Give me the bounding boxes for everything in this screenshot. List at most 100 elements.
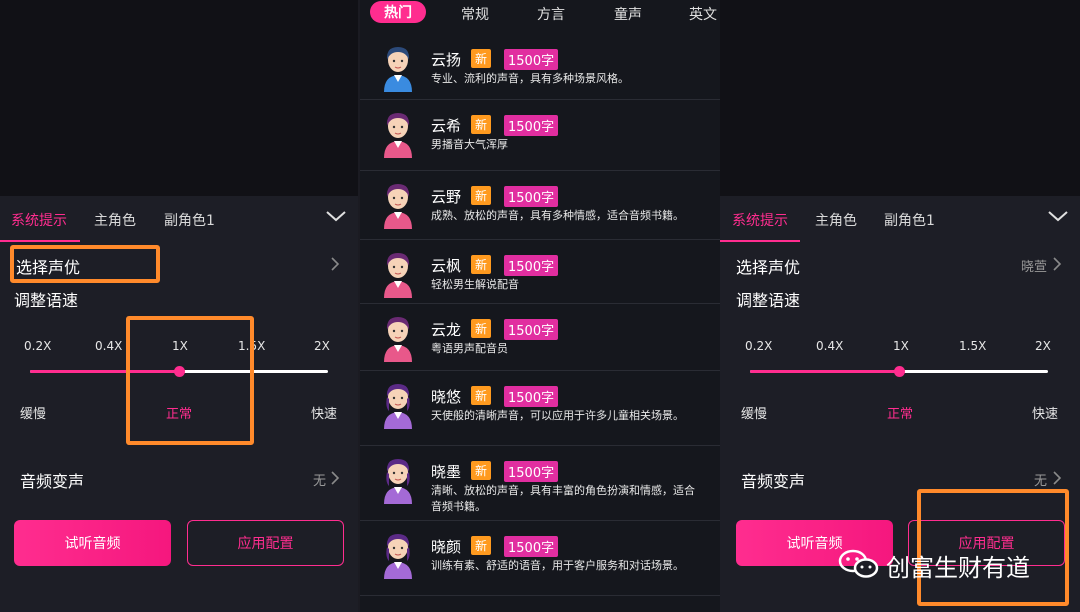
left-panel: 系统提示 主角色 副角色1 选择声优 调整语速 0.2X 0.4X 1X 1.5… — [0, 0, 358, 612]
voice-description: 粤语男声配音员 — [431, 342, 508, 355]
select-voice-label[interactable]: 选择声优 — [16, 254, 80, 278]
speed-slider[interactable] — [30, 366, 328, 377]
new-badge: 新 — [471, 115, 492, 134]
select-voice-label[interactable]: 选择声优 — [736, 254, 800, 278]
voice-list-item[interactable]: 云龙新 1500字粤语男声配音员 — [360, 304, 720, 371]
speed-mark-1x: 1X — [893, 339, 909, 353]
word-limit-badge: 1500字 — [504, 319, 559, 340]
speed-fast-label: 快速 — [311, 407, 338, 422]
chevron-right-icon[interactable] — [330, 257, 340, 271]
speed-slider-knob[interactable] — [894, 366, 905, 377]
voice-avatar-icon — [384, 113, 412, 158]
adjust-speed-label: 调整语速 — [14, 291, 79, 310]
tab-system-prompt[interactable]: 系统提示 — [732, 210, 788, 230]
new-badge: 新 — [471, 386, 492, 405]
voice-list-item[interactable]: 云扬新 1500字专业、流利的声音，具有多种场景风格。 — [360, 34, 720, 100]
chevron-right-icon[interactable] — [330, 471, 340, 485]
voice-description: 成熟、放松的声音，具有多种情感，适合音频书籍。 — [431, 209, 684, 222]
preview-audio-button[interactable]: 试听音频 — [14, 520, 171, 566]
word-limit-badge: 1500字 — [504, 255, 559, 276]
role-tabs: 系统提示 主角色 副角色1 — [720, 196, 1080, 242]
voice-settings-sheet: 系统提示 主角色 副角色1 选择声优 调整语速 0.2X 0.4X 1X 1.5… — [0, 196, 358, 612]
tab-secondary-role[interactable]: 副角色1 — [164, 210, 215, 230]
word-limit-badge: 1500字 — [504, 536, 559, 557]
right-panel: 系统提示 主角色 副角色1 选择声优 晓萱 调整语速 0.2X 0.4X 1X … — [720, 0, 1080, 612]
voice-name: 云希 — [431, 117, 462, 135]
voice-list-item[interactable]: 云野新 1500字 成熟、放松的声音，具有多种情感，适合音频书籍。 — [360, 171, 720, 240]
voice-name: 晓墨 — [431, 463, 462, 481]
voice-name: 云野 — [431, 188, 462, 206]
voice-avatar-icon — [384, 184, 412, 229]
tab-dialect[interactable]: 方言 — [537, 4, 565, 24]
word-limit-badge: 1500字 — [504, 461, 559, 482]
new-badge: 新 — [471, 461, 492, 480]
speed-slider-fill — [30, 370, 179, 373]
tab-main-role[interactable]: 主角色 — [94, 210, 136, 230]
chevron-down-icon[interactable] — [326, 206, 346, 226]
voice-description: 轻松男生解说配音 — [431, 278, 519, 291]
voice-list-item[interactable]: 云枫新 1500字轻松男生解说配音 — [360, 240, 720, 304]
tab-system-prompt[interactable]: 系统提示 — [11, 210, 67, 230]
word-limit-badge: 1500字 — [504, 49, 559, 70]
voice-picker-panel: 热门 常规 方言 童声 英文 云扬新 1500字 专业、流利的声音，具有多种场景风格… — [360, 0, 720, 612]
voice-avatar-icon — [384, 47, 412, 92]
voice-description: 天使般的清晰声音，可以应用于许多儿童相关场景。 — [431, 409, 684, 422]
speed-mark-1.5x: 1.5X — [959, 339, 987, 353]
voice-effect-value: 无 — [1034, 474, 1048, 489]
speed-slider-fill — [750, 370, 899, 373]
video-preview-area — [0, 0, 358, 196]
voice-name: 云龙 — [431, 321, 462, 339]
tab-main-role[interactable]: 主角色 — [815, 210, 857, 230]
voice-description: 清晰、放松的声音，具有丰富的角色扮演和情感，适合音频书籍。 — [431, 484, 695, 513]
tab-hot[interactable]: 热门 — [370, 1, 426, 23]
speed-mark-1.5x: 1.5X — [238, 339, 266, 353]
speed-mark-2x: 2X — [314, 339, 330, 353]
voice-name: 云枫 — [431, 257, 462, 275]
voice-avatar-icon — [384, 459, 412, 504]
voice-name: 云扬 — [431, 51, 462, 69]
speed-mark-1x: 1X — [172, 339, 188, 353]
voice-name: 晓悠 — [431, 388, 462, 406]
voice-description: 男播音大气浑厚 — [431, 138, 508, 151]
chevron-right-icon[interactable] — [1052, 257, 1062, 271]
new-badge: 新 — [471, 536, 492, 555]
new-badge: 新 — [471, 319, 492, 338]
voice-effect-value: 无 — [313, 474, 327, 489]
new-badge: 新 — [471, 49, 492, 68]
voice-list-item[interactable]: 晓颜新 1500字 训练有素、舒适的语音，用于客户服务和对话场景。 — [360, 521, 720, 596]
voice-avatar-icon — [384, 384, 412, 429]
voice-avatar-icon — [384, 317, 412, 362]
adjust-speed-label: 调整语速 — [736, 291, 801, 310]
voice-effect-label[interactable]: 音频变声 — [741, 468, 805, 492]
voice-category-tabs: 热门 常规 方言 童声 英文 — [360, 0, 720, 30]
speed-mark-0.2x: 0.2X — [745, 339, 773, 353]
speed-mark-0.4x: 0.4X — [816, 339, 844, 353]
tab-child-voice[interactable]: 童声 — [614, 4, 642, 24]
word-limit-badge: 1500字 — [504, 386, 559, 407]
voice-list-item[interactable]: 晓墨新 1500字 清晰、放松的声音，具有丰富的角色扮演和情感，适合音频书籍。 — [360, 446, 720, 521]
word-limit-badge: 1500字 — [504, 115, 559, 136]
speed-mark-2x: 2X — [1035, 339, 1051, 353]
tab-english[interactable]: 英文 — [689, 4, 717, 24]
new-badge: 新 — [471, 186, 492, 205]
selected-voice-value: 晓萱 — [1021, 260, 1048, 275]
apply-config-button[interactable]: 应用配置 — [187, 520, 344, 566]
voice-effect-label[interactable]: 音频变声 — [20, 468, 84, 492]
voice-list-item[interactable]: 晓悠新 1500字天使般的清晰声音，可以应用于许多儿童相关场景。 — [360, 371, 720, 446]
active-tab-underline — [720, 240, 800, 242]
watermark-text: 创富生财有道 — [886, 554, 1030, 582]
speed-slow-label: 缓慢 — [741, 407, 768, 422]
tab-secondary-role[interactable]: 副角色1 — [884, 210, 935, 230]
role-tabs: 系统提示 主角色 副角色1 — [0, 196, 358, 242]
voice-list-item[interactable]: 云希新 1500字男播音大气浑厚 — [360, 100, 720, 171]
chevron-down-icon[interactable] — [1048, 206, 1068, 226]
tab-regular[interactable]: 常规 — [461, 4, 489, 24]
voice-description: 专业、流利的声音，具有多种场景风格。 — [431, 72, 629, 85]
speed-slider[interactable] — [750, 366, 1048, 377]
voice-name: 晓颜 — [431, 538, 462, 556]
chevron-right-icon[interactable] — [1052, 471, 1062, 485]
new-badge: 新 — [471, 255, 492, 274]
voice-avatar-icon — [384, 253, 412, 298]
speed-slider-knob[interactable] — [174, 366, 185, 377]
speed-normal-label: 正常 — [887, 407, 914, 422]
